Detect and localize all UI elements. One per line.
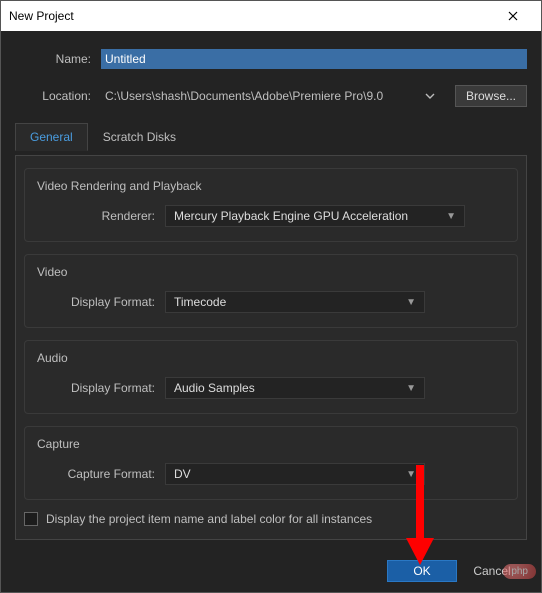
group-capture: Capture Capture Format: DV ▼ — [24, 426, 518, 500]
group-title-render: Video Rendering and Playback — [37, 179, 505, 193]
renderer-select[interactable]: Mercury Playback Engine GPU Acceleration… — [165, 205, 465, 227]
name-input[interactable] — [101, 49, 527, 69]
dialog-footer: OK Cancel — [1, 550, 541, 592]
name-row: Name: — [15, 49, 527, 69]
group-title-capture: Capture — [37, 437, 505, 451]
chevron-down-icon: ▼ — [446, 211, 456, 222]
audio-format-value: Audio Samples — [174, 381, 255, 395]
video-format-label: Display Format: — [37, 295, 165, 309]
audio-format-label: Display Format: — [37, 381, 165, 395]
chevron-down-icon: ▼ — [406, 297, 416, 308]
group-video: Video Display Format: Timecode ▼ — [24, 254, 518, 328]
renderer-label: Renderer: — [37, 209, 165, 223]
group-title-audio: Audio — [37, 351, 505, 365]
cancel-button[interactable]: Cancel — [457, 560, 527, 582]
renderer-value: Mercury Playback Engine GPU Acceleration — [174, 209, 408, 223]
location-value[interactable]: C:\Users\shash\Documents\Adobe\Premiere … — [101, 86, 447, 106]
new-project-dialog: New Project Name: Location: C:\Users\sha… — [0, 0, 542, 593]
dialog-body: Name: Location: C:\Users\shash\Documents… — [1, 31, 541, 550]
group-title-video: Video — [37, 265, 505, 279]
capture-format-select[interactable]: DV ▼ — [165, 463, 425, 485]
location-path: C:\Users\shash\Documents\Adobe\Premiere … — [105, 89, 417, 103]
display-instances-label: Display the project item name and label … — [46, 512, 372, 526]
tab-scratch-disks[interactable]: Scratch Disks — [88, 123, 191, 151]
tabs: General Scratch Disks — [15, 123, 527, 151]
browse-button[interactable]: Browse... — [455, 85, 527, 107]
ok-button[interactable]: OK — [387, 560, 457, 582]
video-format-select[interactable]: Timecode ▼ — [165, 291, 425, 313]
display-instances-checkbox[interactable] — [24, 512, 38, 526]
chevron-down-icon: ▼ — [406, 469, 416, 480]
audio-format-select[interactable]: Audio Samples ▼ — [165, 377, 425, 399]
general-panel: Video Rendering and Playback Renderer: M… — [15, 155, 527, 540]
location-label: Location: — [15, 89, 101, 103]
titlebar: New Project — [1, 1, 541, 31]
window-title: New Project — [9, 9, 74, 23]
video-format-value: Timecode — [174, 295, 226, 309]
chevron-down-icon — [425, 93, 435, 99]
name-label: Name: — [15, 52, 101, 66]
group-video-rendering: Video Rendering and Playback Renderer: M… — [24, 168, 518, 242]
group-audio: Audio Display Format: Audio Samples ▼ — [24, 340, 518, 414]
capture-format-label: Capture Format: — [37, 467, 165, 481]
chevron-down-icon: ▼ — [406, 383, 416, 394]
location-row: Location: C:\Users\shash\Documents\Adobe… — [15, 85, 527, 107]
tab-general[interactable]: General — [15, 123, 88, 151]
display-instances-row: Display the project item name and label … — [24, 512, 518, 526]
close-icon — [508, 11, 518, 21]
capture-format-value: DV — [174, 467, 191, 481]
close-button[interactable] — [493, 2, 533, 30]
